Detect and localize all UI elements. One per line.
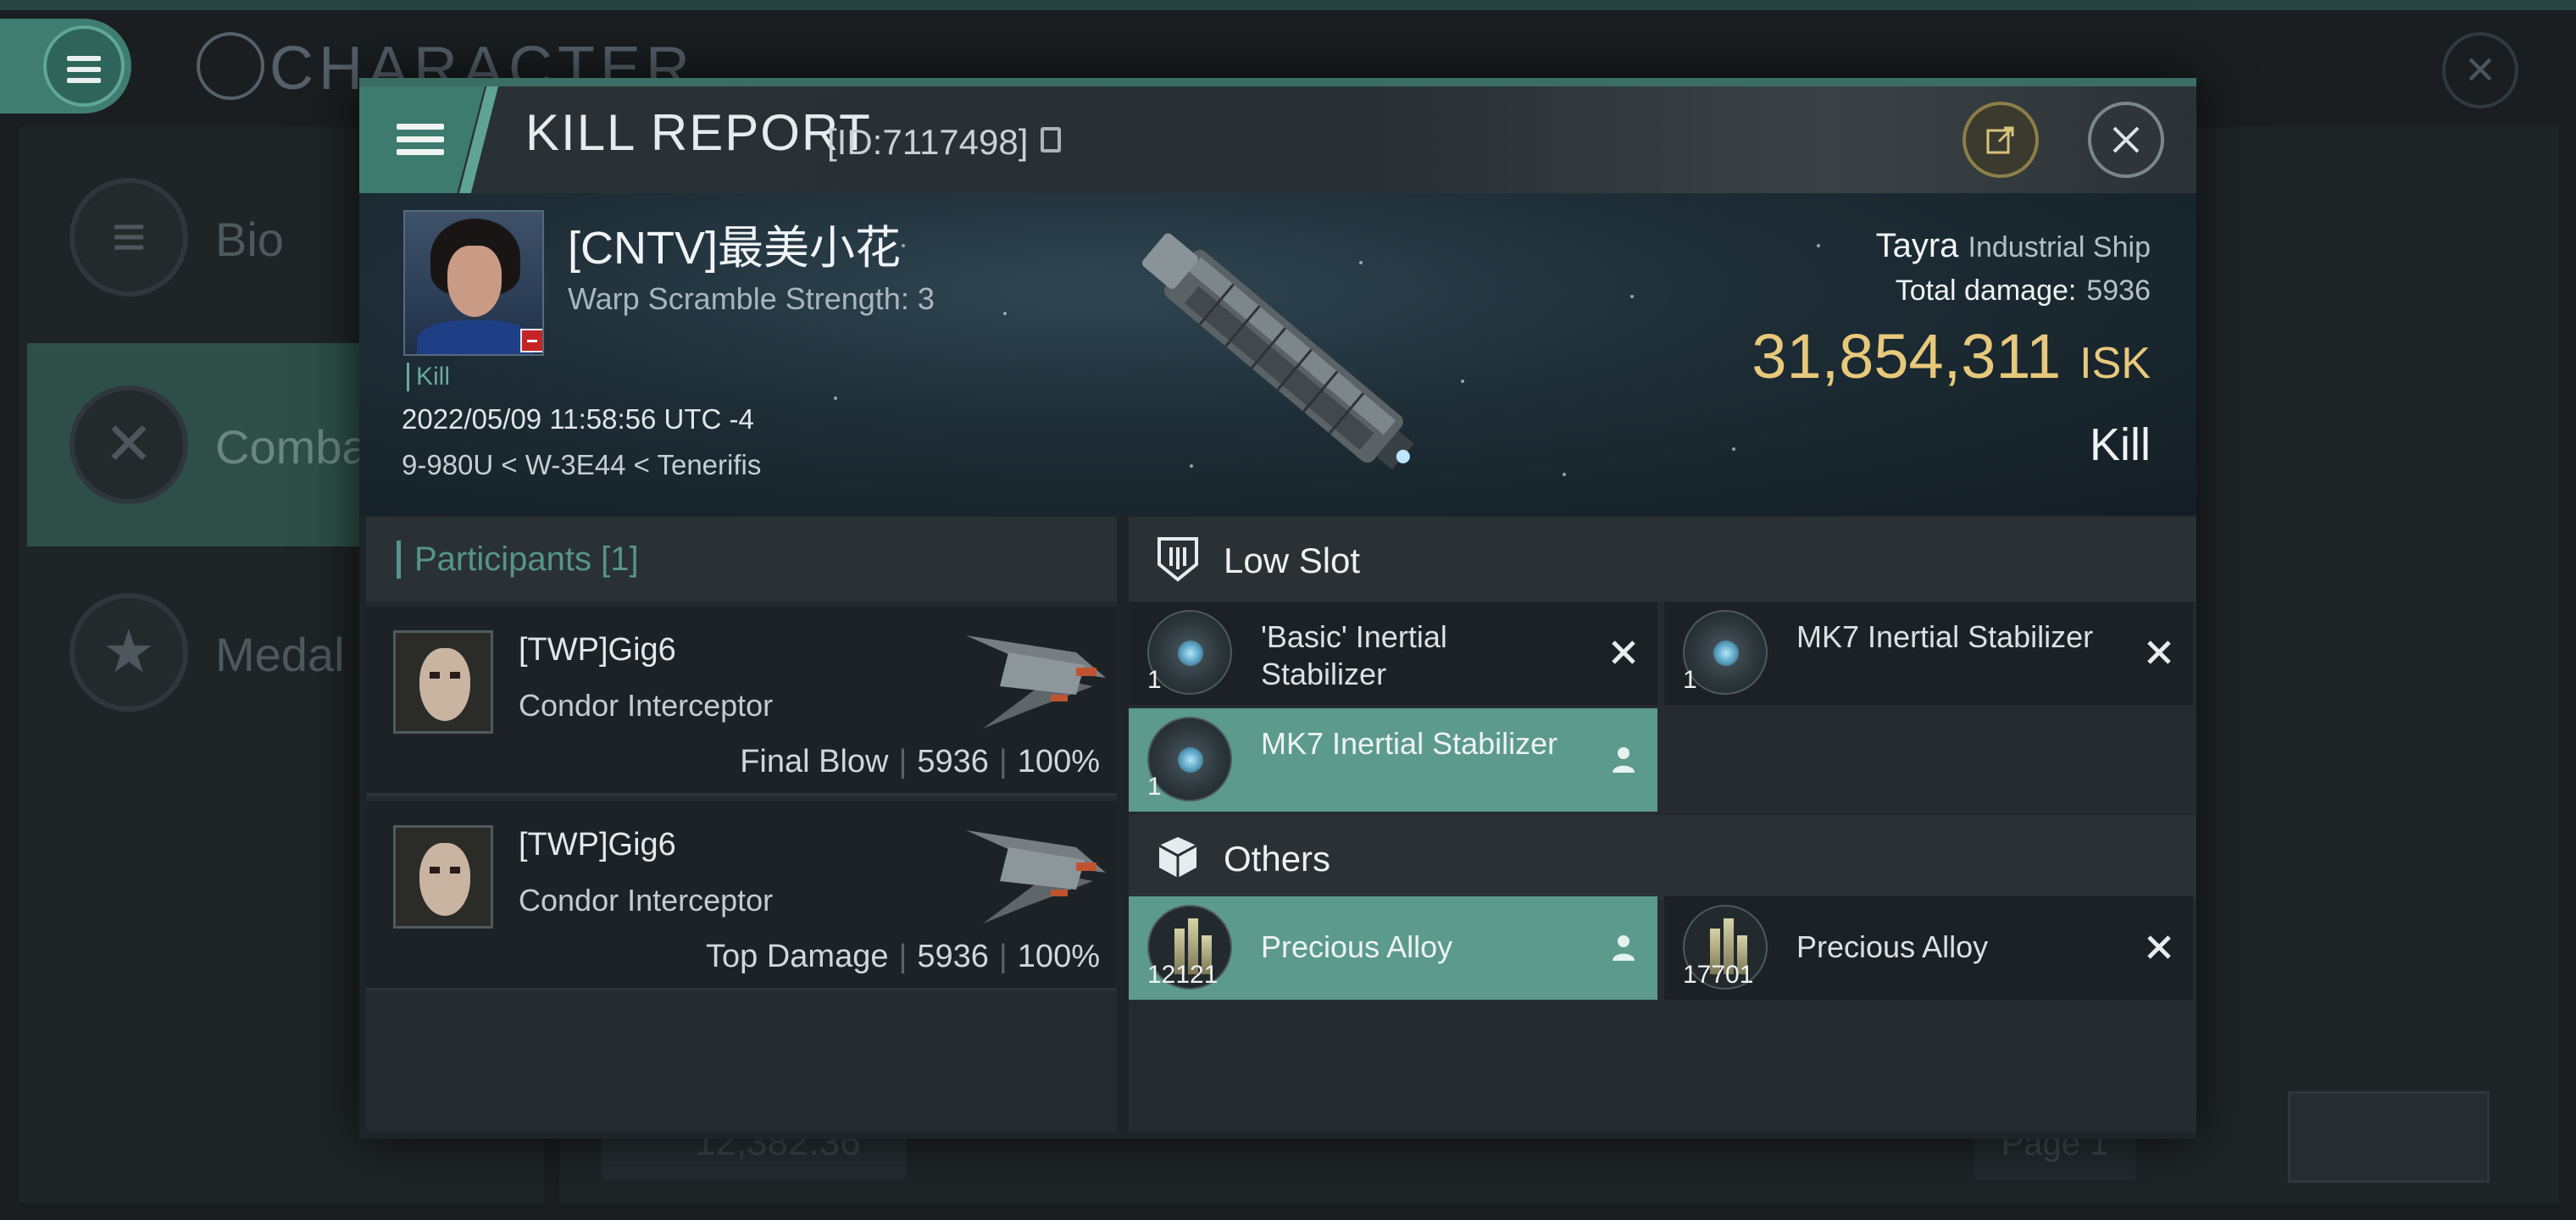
destroyed-icon <box>2147 640 2171 664</box>
participant-ship: Condor Interceptor <box>519 688 774 723</box>
menu-icon <box>397 124 444 130</box>
item-name: MK7 Inertial Stabilizer <box>1261 726 1558 761</box>
kill-tag: Kill <box>407 363 450 391</box>
participant-role: Top Damage <box>706 939 889 974</box>
participant-row[interactable]: [TWP]Gig6 Condor Interceptor Top Damage |… <box>366 801 1117 991</box>
character-icon <box>197 32 264 100</box>
total-damage-value: 5936 <box>2086 274 2151 307</box>
participant-role: Final Blow <box>740 744 889 779</box>
ship-class: Industrial Ship <box>1968 231 2151 263</box>
fitting-panel: Low Slot 1 'Basic' Inertial Stabilizer 1… <box>1129 517 2196 1132</box>
low-slot-header: Low Slot <box>1129 517 2196 602</box>
kill-report-dialog: KILL REPORT [ID:7117498] [CNTV]最美小花 Warp… <box>359 78 2196 1139</box>
low-slot-label: Low Slot <box>1224 541 1361 580</box>
item-quantity: 17701 <box>1683 961 1754 989</box>
condor-ship-image <box>966 635 1106 729</box>
item-name: 'Basic' Inertial Stabilizer <box>1261 619 1447 691</box>
fitting-item[interactable]: 1 MK7 Inertial Stabilizer <box>1664 602 2193 705</box>
warp-scramble-strength: Warp Scramble Strength: 3 <box>568 281 935 316</box>
destroyed-icon <box>2147 935 2171 959</box>
victim-ship-image <box>1142 233 1414 470</box>
bg-close-button[interactable]: × <box>2442 32 2518 108</box>
isk-value: 31,854,311 ISK <box>1752 320 2151 392</box>
dropped-person-icon <box>1613 935 1635 961</box>
item-name: Precious Alloy <box>1796 929 1989 964</box>
kill-report-id: [ID:7117498] <box>827 122 1029 162</box>
copy-icon[interactable] <box>1041 127 1061 152</box>
others-header: Others <box>1129 815 2196 900</box>
participants-panel: Participants [1] [TWP]Gig6 Condor Interc… <box>366 517 1117 1132</box>
top-accent-line <box>0 0 2576 10</box>
participant-name: [TWP]Gig6 <box>519 632 676 668</box>
kill-location[interactable]: 9-980U < W-3E44 < Tenerifis <box>402 449 761 481</box>
participant-avatar[interactable] <box>393 630 493 734</box>
condor-ship-image <box>966 830 1106 923</box>
participant-damage: 5936 <box>917 744 989 779</box>
participant-damage: 5936 <box>917 939 989 974</box>
tab-combat-label: Comba <box>215 420 369 474</box>
ship-name[interactable]: Tayra <box>1876 227 1959 264</box>
low-slot-icon <box>1158 537 1198 582</box>
star-badge-icon: ★ <box>69 593 188 712</box>
participant-ship: Condor Interceptor <box>519 883 774 918</box>
victim-ship-type: Tayra Industrial Ship <box>1876 227 2151 265</box>
dialog-title: KILL REPORT <box>525 104 872 161</box>
kill-summary: [CNTV]最美小花 Warp Scramble Strength: 3 Kil… <box>359 193 2196 515</box>
others-label: Others <box>1224 839 1331 879</box>
kill-datetime: 2022/05/09 11:58:56 UTC -4 <box>402 403 754 435</box>
victim-portrait[interactable] <box>403 210 544 356</box>
participant-row[interactable]: [TWP]Gig6 Condor Interceptor Final Blow |… <box>366 607 1117 796</box>
close-icon <box>2112 126 2140 153</box>
participant-avatar[interactable] <box>393 825 493 929</box>
main-menu-button[interactable] <box>0 19 131 114</box>
tab-bio-label: Bio <box>215 213 284 266</box>
destroyed-icon <box>1612 640 1635 664</box>
share-button[interactable] <box>1963 102 2039 178</box>
participant-percent: 100% <box>1017 744 1100 779</box>
fitting-item[interactable]: 1 MK7 Inertial Stabilizer <box>1129 708 1657 812</box>
participants-header-label: Participants [1] <box>397 541 639 579</box>
total-damage: Total damage: 5936 <box>1896 274 2151 308</box>
tab-medal-label: Medal <box>215 628 345 681</box>
cargo-box-icon <box>1158 837 1197 878</box>
item-quantity: 1 <box>1147 773 1162 801</box>
participants-header: Participants [1] <box>366 517 1117 602</box>
cargo-item[interactable]: 17701 Precious Alloy <box>1664 896 2193 1000</box>
participant-percent: 100% <box>1017 939 1100 974</box>
crossed-swords-icon: ✕ <box>69 385 188 504</box>
dropped-person-icon <box>1613 747 1635 773</box>
item-name: Precious Alloy <box>1261 929 1453 964</box>
fitting-item[interactable]: 1 'Basic' Inertial Stabilizer <box>1129 602 1657 705</box>
close-button[interactable] <box>2088 102 2164 178</box>
list-icon: ≡ <box>69 178 188 297</box>
result-label: Kill <box>2089 419 2151 470</box>
share-icon <box>1986 126 2014 154</box>
item-quantity: 1 <box>1683 666 1697 694</box>
victim-name[interactable]: [CNTV]最美小花 <box>568 210 901 277</box>
item-name: MK7 Inertial Stabilizer <box>1796 619 2094 654</box>
item-quantity: 1 <box>1147 666 1162 694</box>
cargo-item[interactable]: 12121 Precious Alloy <box>1129 896 1657 1000</box>
participant-name: [TWP]Gig6 <box>519 827 676 862</box>
total-damage-label: Total damage: <box>1895 274 2077 307</box>
isk-amount: 31,854,311 <box>1752 321 2062 391</box>
item-quantity: 12121 <box>1147 961 1219 989</box>
dialog-accent-bar <box>359 78 2196 86</box>
filter-button[interactable] <box>2288 1091 2490 1183</box>
menu-icon <box>43 25 125 107</box>
standing-badge-icon <box>520 329 542 352</box>
isk-unit: ISK <box>2079 339 2151 388</box>
